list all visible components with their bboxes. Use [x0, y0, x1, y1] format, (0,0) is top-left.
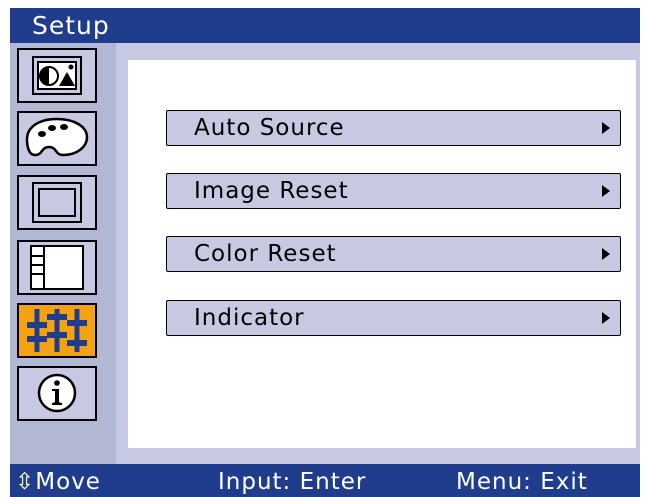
- menu-item-indicator[interactable]: Indicator: [166, 300, 621, 336]
- tab-info[interactable]: [17, 366, 97, 421]
- info-icon: [37, 373, 77, 413]
- updown-arrow-icon: ⇳: [15, 469, 36, 495]
- tab-color[interactable]: [17, 111, 97, 166]
- setup-sliders-icon: [27, 309, 87, 352]
- osd-layout-icon: [30, 245, 84, 290]
- tab-geometry[interactable]: [17, 175, 97, 230]
- hint-move: ⇳Move: [15, 464, 101, 497]
- color-palette-icon: [25, 117, 89, 157]
- menu-item-image-reset[interactable]: Image Reset: [166, 173, 621, 209]
- menu-item-label: Indicator: [194, 305, 305, 331]
- footer-bar: ⇳Move Input: Enter Menu: Exit: [10, 464, 640, 497]
- osd-window: Setup Auto Source Image Reset Color Rese…: [0, 0, 646, 497]
- hint-move-label: Move: [35, 469, 101, 495]
- menu-item-label: Color Reset: [194, 241, 337, 267]
- chevron-right-icon: [602, 248, 610, 260]
- chevron-right-icon: [602, 312, 610, 324]
- title-bar: Setup: [10, 8, 640, 43]
- tab-picture[interactable]: [17, 48, 97, 103]
- menu-item-label: Image Reset: [194, 178, 349, 204]
- chevron-right-icon: [602, 185, 610, 197]
- tab-osd-layout[interactable]: [17, 240, 97, 295]
- menu-item-label: Auto Source: [194, 115, 345, 141]
- menu-item-color-reset[interactable]: Color Reset: [166, 236, 621, 272]
- chevron-right-icon: [602, 122, 610, 134]
- menu-item-auto-source[interactable]: Auto Source: [166, 110, 621, 146]
- page-title: Setup: [32, 11, 110, 40]
- picture-icon: [32, 56, 82, 95]
- geometry-icon: [32, 182, 82, 223]
- hint-input: Input: Enter: [218, 469, 367, 495]
- tab-setup[interactable]: [17, 303, 97, 358]
- hint-menu: Menu: Exit: [456, 469, 588, 495]
